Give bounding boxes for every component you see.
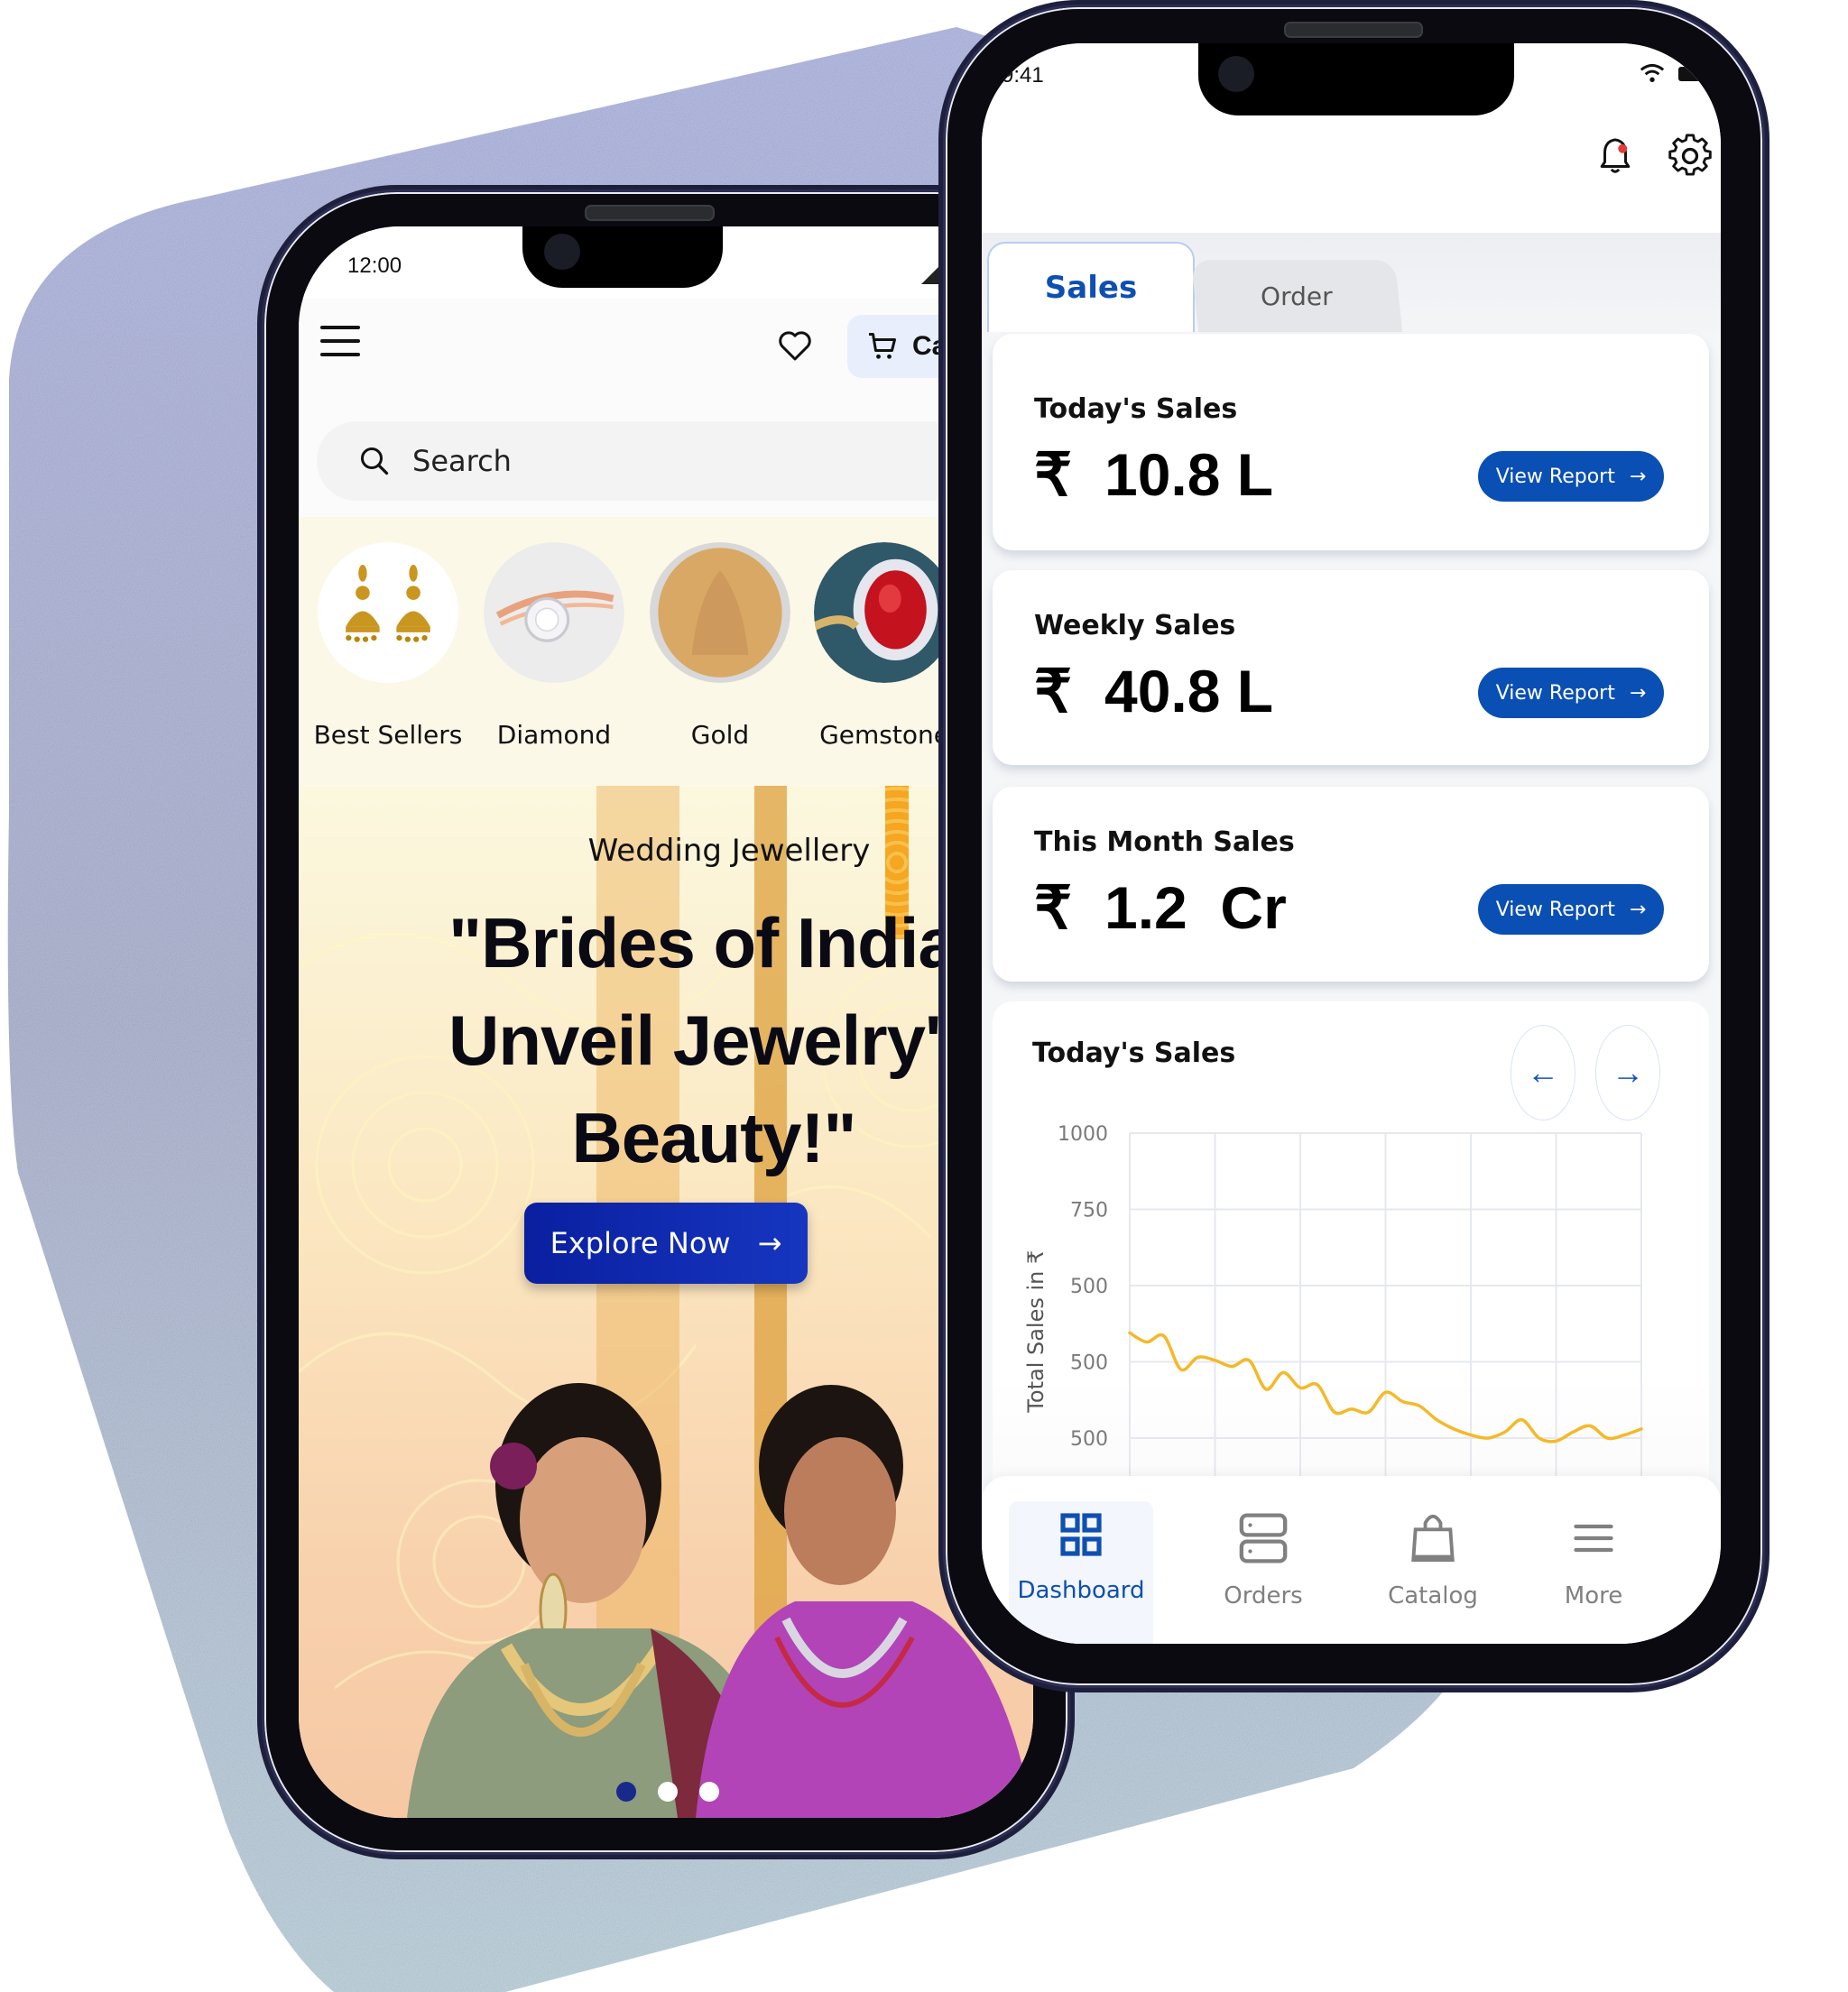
explore-label: Explore Now <box>550 1226 731 1260</box>
search-placeholder: Search <box>412 444 512 478</box>
arrow-right-icon: → <box>1629 465 1647 488</box>
carousel-indicator <box>616 1782 719 1802</box>
category-gold[interactable]: Gold <box>643 542 797 750</box>
card-value: ₹40.8 L <box>1034 657 1273 726</box>
notification-badge <box>1618 143 1628 153</box>
nav-label: Orders <box>1224 1582 1303 1609</box>
category-image-diamond-ring <box>484 542 624 683</box>
view-report-button[interactable]: View Report → <box>1478 884 1664 935</box>
card-title: This Month Sales <box>1034 826 1295 858</box>
hero-title-line: Unveil Jewelry's <box>448 1001 980 1080</box>
view-report-button[interactable]: View Report → <box>1478 668 1664 718</box>
nav-label: Dashboard <box>1017 1577 1145 1604</box>
menu-icon <box>1574 1524 1613 1553</box>
card-title: Weekly Sales <box>1034 610 1236 641</box>
category-row: Best Sellers Diamond Gold Gemstone <box>299 517 1033 786</box>
category-gemstone[interactable]: Gemstone <box>808 542 961 750</box>
category-image-ruby-ring <box>811 542 955 683</box>
wifi-icon <box>1640 63 1665 83</box>
y-tick-label: 500 <box>1070 1276 1108 1298</box>
heart-icon[interactable] <box>777 327 813 364</box>
bell-icon[interactable] <box>1597 135 1633 177</box>
y-tick-label: 500 <box>1070 1428 1108 1451</box>
status-time: 12:00 <box>347 254 402 278</box>
dashboard-screen: 9:41 Sales Order Today's Sales ₹10.8 L V… <box>982 43 1721 1644</box>
y-tick-label: 1000 <box>1058 1123 1108 1146</box>
nav-label: Catalog <box>1388 1582 1478 1609</box>
category-diamond[interactable]: Diamond <box>477 542 631 750</box>
y-tick-label: 500 <box>1070 1352 1108 1375</box>
category-label: Gemstone <box>819 720 949 750</box>
arrow-right-icon: → <box>1629 681 1647 705</box>
cart-icon <box>869 333 896 359</box>
rupee-icon: ₹ <box>1034 874 1072 941</box>
app-header: Cart <box>299 299 1033 385</box>
bottom-navigation: Dashboard Orders Catalog More <box>982 1476 1721 1644</box>
sales-card-monthly: This Month Sales ₹1.2 Cr View Report → <box>993 787 1709 982</box>
category-label: Best Sellers <box>313 720 463 750</box>
front-camera <box>1218 56 1254 92</box>
carousel-dot[interactable] <box>616 1782 636 1802</box>
storefront-screen: 12:00 Cart Search Best Sellers Diamond G… <box>299 226 1033 1818</box>
tab-label: Sales <box>1044 270 1138 306</box>
tab-sales[interactable]: Sales <box>987 242 1195 332</box>
button-label: View Report <box>1495 465 1615 488</box>
category-label: Diamond <box>496 720 612 750</box>
hero-title-line: Beauty!" <box>571 1098 856 1177</box>
search-input[interactable]: Search <box>317 421 1033 501</box>
speaker-grill <box>1284 22 1423 38</box>
tab-label: Order <box>1261 281 1333 311</box>
arrow-right-icon: → <box>757 1226 782 1260</box>
sales-card-today: Today's Sales ₹10.8 L View Report → <box>993 334 1709 550</box>
hero-subtitle: Wedding Jewellery <box>587 833 871 869</box>
dashboard-tabs: Sales Order <box>982 233 1721 332</box>
carousel-dot[interactable] <box>699 1782 719 1802</box>
view-report-button[interactable]: View Report → <box>1478 451 1664 502</box>
hero-title: "Brides of India: Unveil Jewelry's Beaut… <box>326 894 1033 1186</box>
hero-title-line: "Brides of India: <box>448 903 980 982</box>
rupee-icon: ₹ <box>1034 441 1072 508</box>
gear-icon[interactable] <box>1668 134 1713 179</box>
grid-icon <box>1060 1513 1102 1556</box>
arrow-right-icon: → <box>1629 898 1647 921</box>
front-camera <box>544 234 580 270</box>
battery-icon <box>1678 67 1709 81</box>
tab-order[interactable]: Order <box>1190 260 1403 332</box>
button-label: View Report <box>1495 681 1615 705</box>
sales-card-weekly: Weekly Sales ₹40.8 L View Report → <box>993 570 1709 765</box>
nav-orders[interactable]: Orders <box>1191 1476 1335 1644</box>
hero-banner[interactable]: Wedding Jewellery "Brides of India: Unve… <box>299 786 1033 1818</box>
card-value: ₹1.2 Cr <box>1034 873 1287 943</box>
notch <box>1198 43 1514 115</box>
search-icon <box>361 447 389 475</box>
rupee-icon: ₹ <box>1034 658 1072 724</box>
card-value: ₹10.8 L <box>1034 440 1273 510</box>
shopping-bag-icon <box>1411 1514 1455 1563</box>
seller-dashboard-phone: 9:41 Sales Order Today's Sales ₹10.8 L V… <box>943 5 1765 1688</box>
sales-amount: 40.8 L <box>1104 658 1274 724</box>
category-image-gold-coin <box>650 542 790 683</box>
nav-more[interactable]: More <box>1521 1476 1666 1644</box>
nav-dashboard[interactable]: Dashboard <box>1009 1501 1153 1644</box>
notch <box>522 226 723 288</box>
sales-amount: 1.2 Cr <box>1104 874 1287 941</box>
category-label: Gold <box>690 720 750 750</box>
y-tick-label: 750 <box>1070 1200 1108 1222</box>
button-label: View Report <box>1495 898 1615 921</box>
explore-now-button[interactable]: Explore Now → <box>524 1203 808 1284</box>
signal-icon <box>921 263 943 284</box>
nav-label: More <box>1564 1582 1623 1609</box>
status-time: 9:41 <box>1002 63 1044 88</box>
sales-amount: 10.8 L <box>1104 441 1274 508</box>
hamburger-icon[interactable] <box>320 326 360 356</box>
y-axis-label: Total Sales in ₹ <box>1023 1250 1049 1414</box>
nav-catalog[interactable]: Catalog <box>1361 1476 1505 1644</box>
card-title: Today's Sales <box>1034 393 1238 425</box>
speaker-grill <box>585 205 715 221</box>
category-best-sellers[interactable]: Best Sellers <box>311 542 465 750</box>
carousel-dot[interactable] <box>658 1782 678 1802</box>
category-image-earrings <box>318 542 458 683</box>
orders-icon <box>1239 1513 1288 1563</box>
